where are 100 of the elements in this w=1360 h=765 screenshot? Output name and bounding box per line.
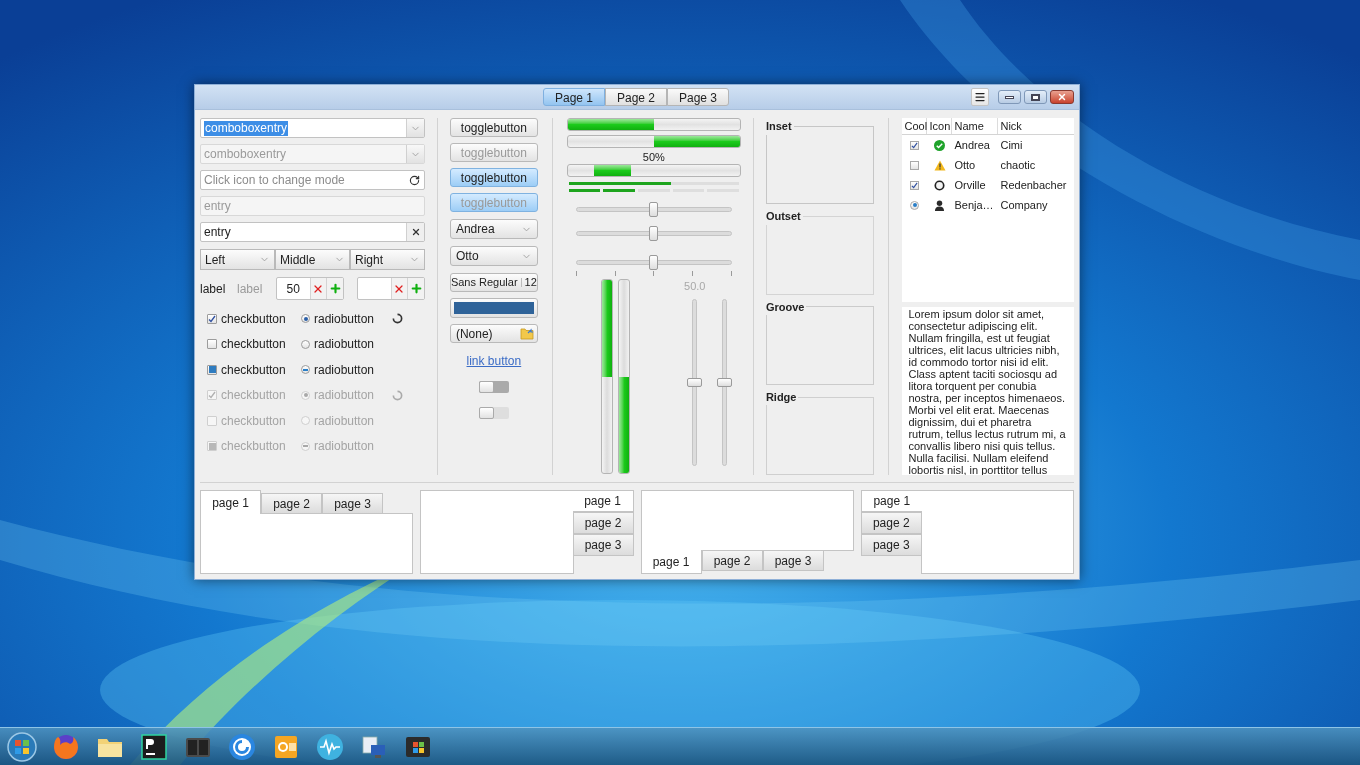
checkbox[interactable] bbox=[910, 180, 920, 190]
column-header[interactable]: Icon bbox=[927, 118, 953, 134]
increment-button[interactable] bbox=[407, 278, 424, 299]
table-cell-text: Redenbacher bbox=[999, 177, 1068, 193]
dropdown[interactable]: Left bbox=[200, 249, 275, 270]
close-icon bbox=[1057, 92, 1067, 102]
plus-icon bbox=[328, 282, 342, 295]
checkbox-label: checkbutton bbox=[221, 361, 286, 379]
tab[interactable]: Page 1 bbox=[543, 88, 605, 106]
ring-icon bbox=[934, 179, 946, 191]
selected-text: comboboxentry bbox=[204, 120, 289, 136]
toggle-button[interactable]: togglebutton bbox=[449, 118, 538, 137]
toggle-button[interactable]: togglebutton bbox=[449, 168, 538, 187]
slider-value: 50.0 bbox=[684, 279, 706, 293]
decrement-button[interactable] bbox=[390, 278, 408, 299]
dropdown[interactable]: Andrea bbox=[449, 219, 538, 239]
checkbox-label: checkbutton bbox=[221, 438, 286, 456]
tab[interactable]: page 3 bbox=[322, 493, 383, 514]
checkbox-label: checkbutton bbox=[221, 310, 286, 328]
paragraph: Nullam fringilla, est ut feugiat ultrices, elit lacus ultricies nibh, id commodo tortor nisi id elit. bbox=[908, 332, 1061, 368]
tab[interactable]: page 3 bbox=[572, 534, 634, 556]
tab[interactable]: page 2 bbox=[701, 550, 763, 571]
checkbox-label: checkbutton bbox=[221, 387, 286, 405]
slider-thumb[interactable] bbox=[649, 201, 659, 217]
checkbox[interactable] bbox=[207, 313, 217, 324]
dropdown[interactable]: Middle bbox=[275, 249, 350, 270]
table-cell-text: Company bbox=[999, 197, 1049, 213]
spin-button[interactable]: 50 bbox=[276, 277, 344, 300]
spin-button[interactable] bbox=[357, 277, 425, 300]
column-header[interactable]: Name bbox=[952, 118, 999, 134]
radio-label: radiobutton bbox=[314, 387, 375, 405]
checkbox[interactable] bbox=[207, 364, 217, 375]
column-header[interactable]: Cool bbox=[902, 118, 928, 134]
radio-button[interactable] bbox=[301, 365, 310, 375]
toggle-switch[interactable] bbox=[478, 381, 509, 393]
dropdown[interactable]: Right bbox=[350, 249, 425, 270]
paragraph: Morbi vel elit erat. Maecenas dignissim, dui et pharetra rutrum, tellus lectus rutrum mi, a convallis libero nisi quis tellus. bbox=[908, 404, 1067, 452]
radio-button[interactable] bbox=[301, 339, 310, 349]
label-text: label bbox=[200, 280, 227, 298]
link-button[interactable]: link button bbox=[466, 352, 522, 370]
text-field[interactable]: entry bbox=[200, 222, 425, 242]
tab[interactable]: Page 2 bbox=[605, 88, 667, 106]
warning-icon bbox=[933, 159, 946, 171]
tick-mark bbox=[692, 271, 694, 276]
tick-mark bbox=[575, 271, 577, 276]
refresh-icon[interactable] bbox=[409, 174, 420, 186]
spinner-icon bbox=[392, 313, 403, 325]
start-button[interactable] bbox=[6, 730, 38, 763]
menu-button[interactable] bbox=[971, 88, 989, 106]
tab[interactable]: page 3 bbox=[860, 534, 922, 556]
checkbox[interactable] bbox=[910, 140, 920, 150]
tick-mark bbox=[614, 271, 616, 276]
checkbox-label: checkbutton bbox=[221, 412, 286, 430]
clear-button[interactable] bbox=[406, 223, 424, 241]
frame-label: Outset bbox=[765, 209, 802, 225]
progress-text: 50% bbox=[641, 151, 666, 163]
maximize-button[interactable] bbox=[1024, 90, 1047, 104]
paragraph: Class aptent taciti sociosqu ad litora torquent per conubia nostra, per inceptos himenaeos. bbox=[908, 368, 1066, 404]
table-cell-text: chaotic bbox=[999, 157, 1037, 173]
tab[interactable]: page 2 bbox=[572, 512, 634, 534]
tab[interactable]: page 1 bbox=[200, 490, 261, 514]
tab[interactable]: page 1 bbox=[860, 490, 922, 512]
radio-button[interactable] bbox=[301, 314, 310, 324]
radio-label: radiobutton bbox=[314, 310, 375, 328]
text-field[interactable]: Click icon to change mode bbox=[200, 170, 425, 190]
font-button[interactable]: Sans Regular 12 bbox=[449, 273, 538, 292]
frame-label: Inset bbox=[765, 119, 793, 134]
radio-label: radiobutton bbox=[314, 336, 375, 354]
table-cell-text: Andrea bbox=[953, 137, 991, 153]
dropdown[interactable]: Otto bbox=[449, 246, 538, 266]
person-icon bbox=[934, 199, 946, 211]
label-text: label bbox=[237, 280, 264, 298]
tab[interactable]: page 1 bbox=[572, 490, 634, 512]
checkbox[interactable] bbox=[910, 160, 920, 170]
close-button[interactable] bbox=[1050, 90, 1074, 104]
checkbox-label: checkbutton bbox=[221, 336, 286, 354]
radio-label: radiobutton bbox=[314, 438, 375, 456]
tab[interactable]: page 2 bbox=[261, 493, 322, 514]
tab[interactable]: page 3 bbox=[762, 550, 824, 571]
table-cell-text: Benja… bbox=[953, 197, 995, 213]
tab[interactable]: Page 3 bbox=[667, 88, 729, 106]
checkbox[interactable] bbox=[207, 339, 217, 350]
slider-thumb[interactable] bbox=[687, 378, 703, 387]
tab[interactable]: page 2 bbox=[860, 512, 922, 534]
increment-button[interactable] bbox=[326, 278, 343, 299]
slider-thumb[interactable] bbox=[717, 378, 733, 387]
slider-thumb[interactable] bbox=[649, 254, 659, 270]
tick-mark bbox=[730, 271, 732, 276]
file-button[interactable]: (None) bbox=[449, 324, 538, 343]
decrement-button[interactable] bbox=[309, 278, 327, 299]
radio-button[interactable] bbox=[910, 200, 920, 210]
spinner-icon bbox=[392, 389, 403, 401]
radio-label: radiobutton bbox=[314, 412, 375, 430]
tab[interactable]: page 1 bbox=[640, 550, 702, 574]
folder-icon bbox=[519, 327, 534, 340]
slider-thumb[interactable] bbox=[649, 225, 659, 241]
check-circle-icon bbox=[934, 139, 946, 151]
radio-label: radiobutton bbox=[314, 361, 375, 379]
minimize-button[interactable] bbox=[998, 90, 1021, 104]
column-header[interactable]: Nick bbox=[998, 118, 1074, 134]
